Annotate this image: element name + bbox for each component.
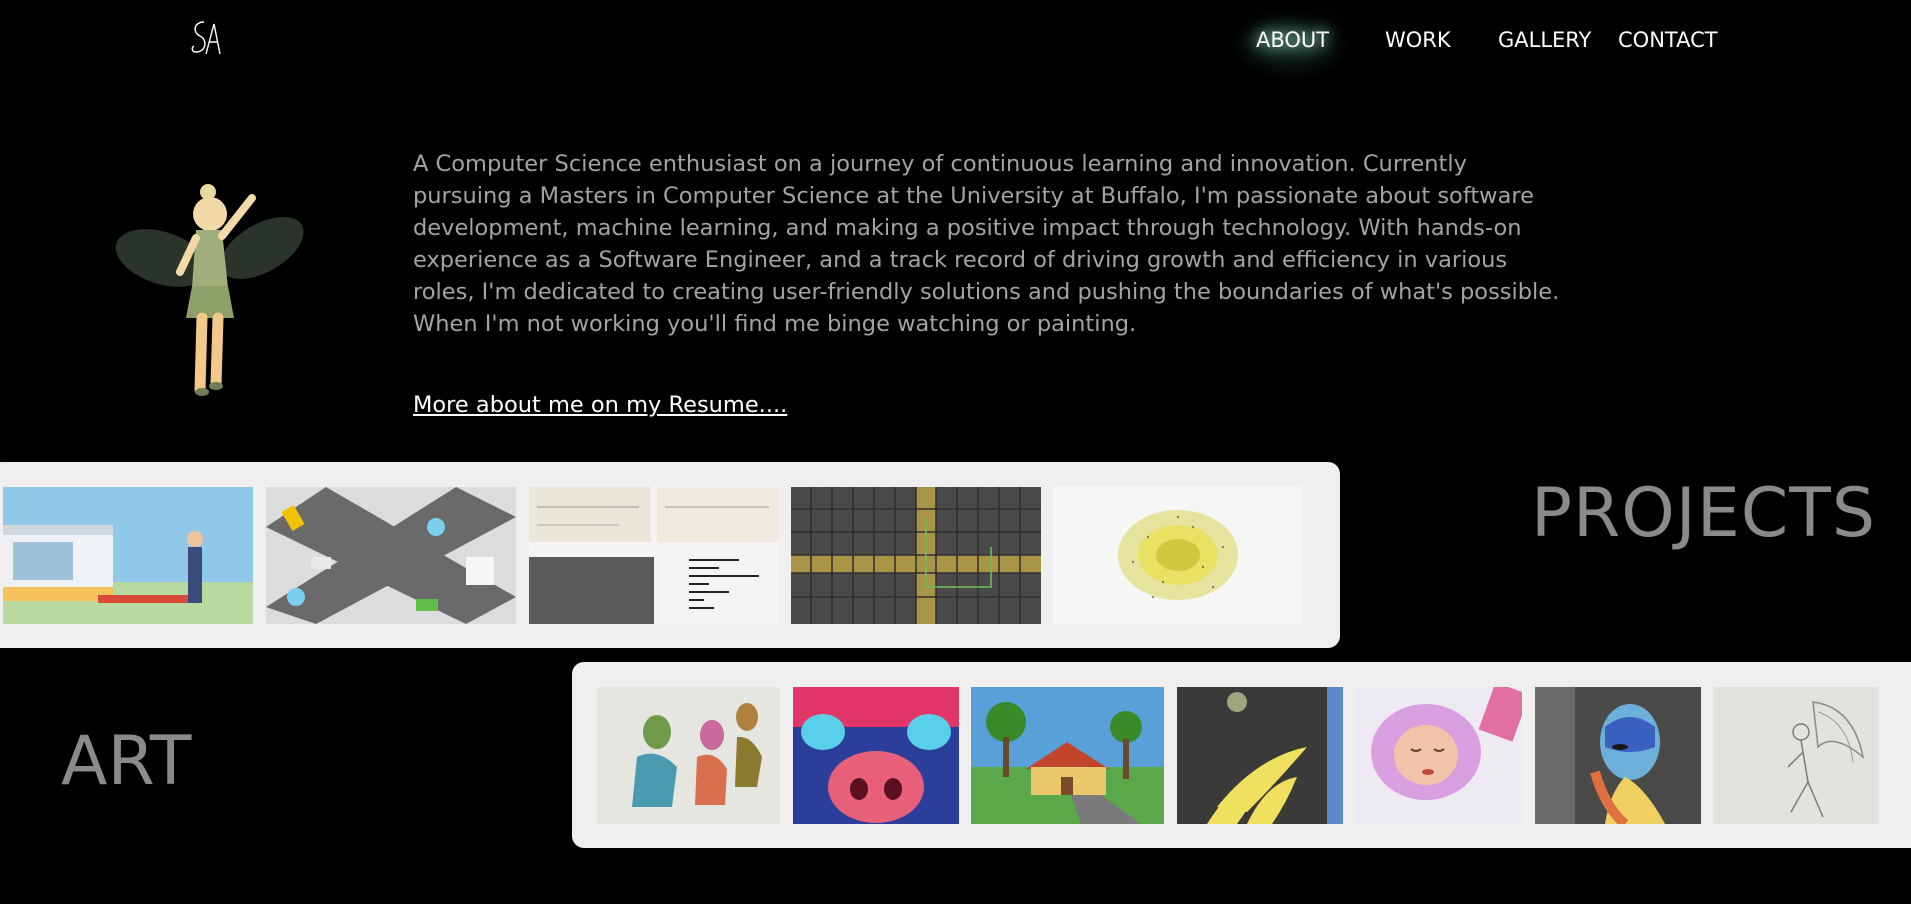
project-thumb-cheques[interactable] <box>529 487 779 624</box>
art-thumb-angel-sketch[interactable] <box>1713 687 1879 824</box>
art-section-title: ART <box>61 722 192 801</box>
fairy-illustration <box>112 178 312 400</box>
art-thumb-cow[interactable] <box>793 687 959 824</box>
sa-signature-logo-icon <box>191 21 221 55</box>
project-thumb-traffic[interactable] <box>266 487 516 624</box>
resume-link[interactable]: More about me on my Resume.... <box>413 392 787 418</box>
art-thumb-figures[interactable] <box>597 687 780 824</box>
projects-section-title: PROJECTS <box>1531 474 1876 553</box>
project-thumb-parking[interactable] <box>3 487 253 624</box>
project-thumb-scatter-cluster[interactable] <box>1053 487 1303 624</box>
art-thumb-house-landscape[interactable] <box>971 687 1164 824</box>
project-thumb-grid-maze[interactable] <box>791 487 1041 624</box>
art-thumb-sleeping-face[interactable] <box>1356 687 1522 824</box>
nav-contact[interactable]: CONTACT <box>1618 28 1718 52</box>
art-thumb-colorful-portrait[interactable] <box>1535 687 1701 824</box>
art-thumb-yellow-flower[interactable] <box>1177 687 1343 824</box>
nav-gallery[interactable]: GALLERY <box>1498 28 1591 52</box>
logo[interactable] <box>188 18 228 58</box>
nav-work[interactable]: WORK <box>1385 28 1451 52</box>
nav-about[interactable]: ABOUT <box>1256 28 1329 52</box>
about-bio: A Computer Science enthusiast on a journ… <box>413 151 1560 337</box>
